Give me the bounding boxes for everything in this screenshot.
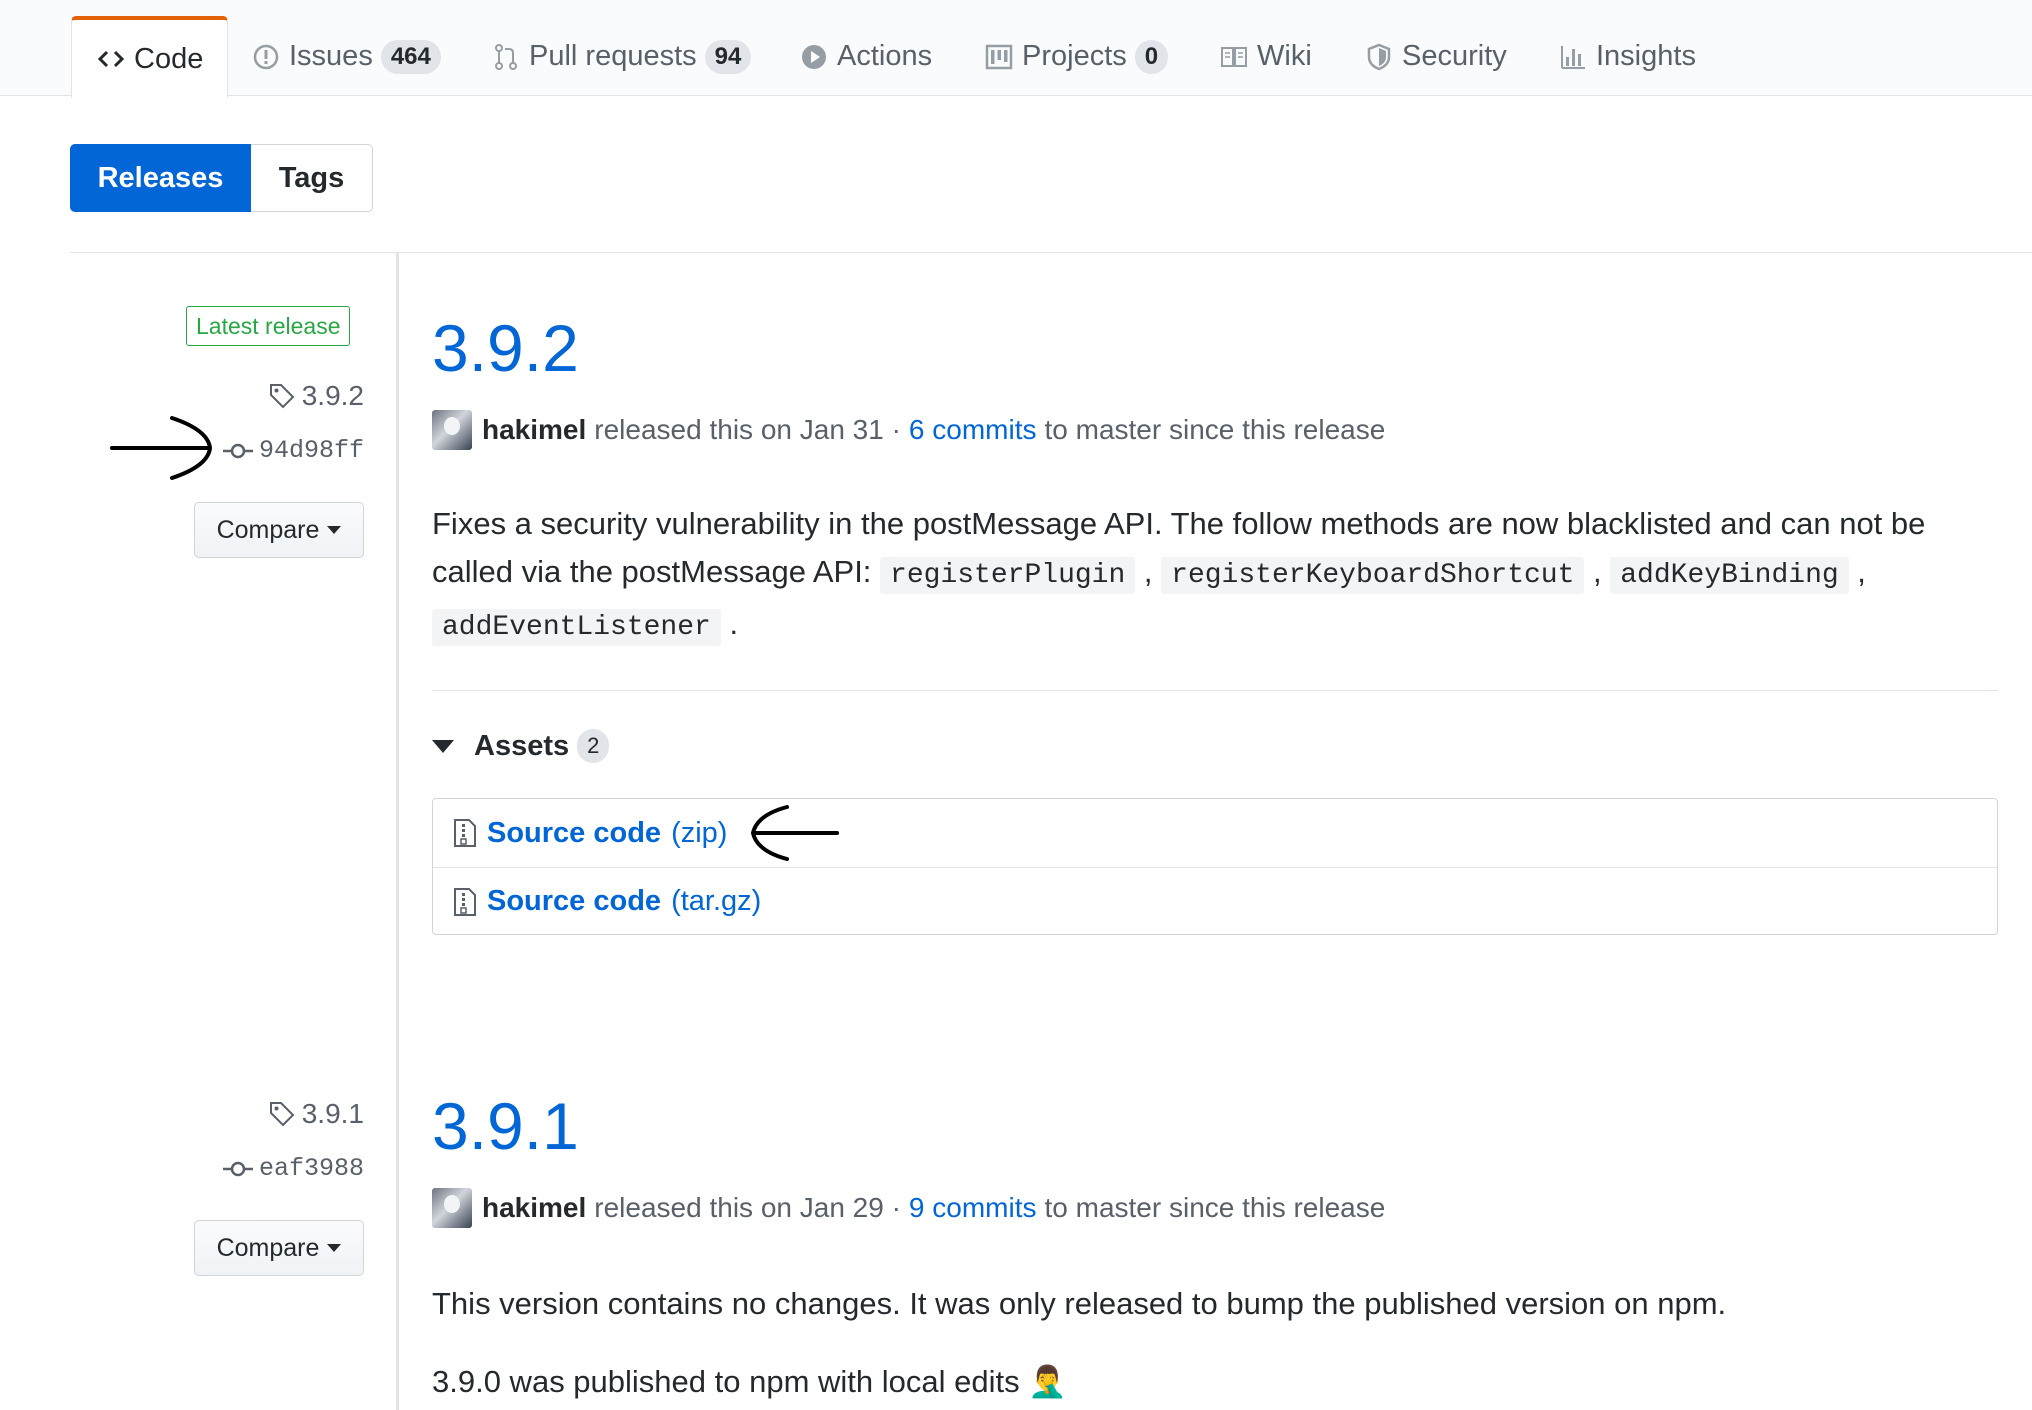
projects-counter: 0 [1134,39,1169,74]
release-tag-link[interactable]: 3.9.2 [268,380,364,412]
release-notes-line-2: 3.9.0 was published to npm with local ed… [432,1364,1067,1399]
annotation-arrow-right-icon [110,416,213,480]
release-byline: hakimel released this on Jan 31 · 6 comm… [432,410,1385,450]
book-icon [1219,42,1249,72]
method-code: addEventListener [432,609,721,646]
asset-name-link[interactable]: Source code [487,885,661,918]
code-icon [96,44,126,74]
method-code: registerPlugin [880,557,1136,594]
assets-toggle[interactable]: Assets 2 [432,726,610,766]
repo-tabnav: Code Issues 464 Pull requests 94 Actions… [0,0,2032,98]
release-title-link[interactable]: 3.9.2 [432,310,579,386]
latest-release-badge: Latest release [186,306,351,346]
facepalm-emoji-icon: 🤦‍♂️ [1028,1364,1067,1399]
tab-projects[interactable]: Projects 0 [984,16,1169,97]
graph-icon [1558,42,1588,72]
commits-link[interactable]: 6 commits [909,414,1037,446]
release-commit-link[interactable]: 94d98ff [222,436,364,465]
commits-link[interactable]: 9 commits [909,1192,1037,1224]
shield-icon [1364,42,1394,72]
annotation-arrow-left-icon [751,805,840,861]
release-notes: Fixes a security vulnerability in the po… [432,500,2002,652]
issue-icon [251,42,281,72]
release-commit-link[interactable]: eaf3988 [222,1154,364,1183]
divider [70,252,2032,253]
play-icon [799,42,829,72]
asset-format[interactable]: (tar.gz) [671,885,761,918]
tab-issues[interactable]: Issues 464 [251,16,441,97]
tab-actions[interactable]: Actions [799,16,932,97]
compare-dropdown[interactable]: Compare [194,1220,364,1276]
avatar[interactable] [432,1188,472,1228]
compare-dropdown[interactable]: Compare [194,502,364,558]
releases-subnav: Releases Tags [70,144,373,212]
issues-counter: 464 [380,39,441,74]
releases-tab-button[interactable]: Releases [70,144,251,212]
triangle-down-icon [432,739,454,753]
method-code: registerKeyboardShortcut [1161,557,1585,594]
caret-down-icon [327,1244,342,1252]
asset-row[interactable]: Source code (tar.gz) [433,867,1997,935]
assets-list: Source code (zip) Source code (tar.gz) [432,798,1998,935]
asset-name-link[interactable]: Source code [487,817,661,850]
release-title-link[interactable]: 3.9.1 [432,1088,579,1164]
file-zip-icon [453,887,477,917]
release-notes: This version contains no changes. It was… [432,1286,1727,1321]
tab-security[interactable]: Security [1364,16,1507,97]
tag-icon [268,382,296,410]
pull-request-icon [491,42,521,72]
caret-down-icon [327,526,342,534]
assets-counter: 2 [577,729,610,763]
tab-wiki[interactable]: Wiki [1219,16,1312,97]
commit-icon [222,1159,253,1179]
tab-code[interactable]: Code [71,16,229,98]
file-zip-icon [453,818,477,848]
project-icon [984,42,1014,72]
tab-insights[interactable]: Insights [1558,16,1696,97]
release-byline: hakimel released this on Jan 29 · 9 comm… [432,1188,1385,1228]
release-tag-link[interactable]: 3.9.1 [268,1098,364,1130]
asset-row[interactable]: Source code (zip) [433,799,1997,867]
release-timeline-line [396,253,399,1410]
tag-icon [268,1100,296,1128]
author-link[interactable]: hakimel [482,414,586,446]
avatar[interactable] [432,410,472,450]
tags-tab-button[interactable]: Tags [251,144,373,212]
pull-requests-counter: 94 [704,39,752,74]
asset-format[interactable]: (zip) [671,817,727,850]
author-link[interactable]: hakimel [482,1192,586,1224]
method-code: addKeyBinding [1610,557,1849,594]
tab-pull-requests[interactable]: Pull requests 94 [491,16,752,97]
divider [432,690,1998,691]
commit-icon [222,441,253,461]
